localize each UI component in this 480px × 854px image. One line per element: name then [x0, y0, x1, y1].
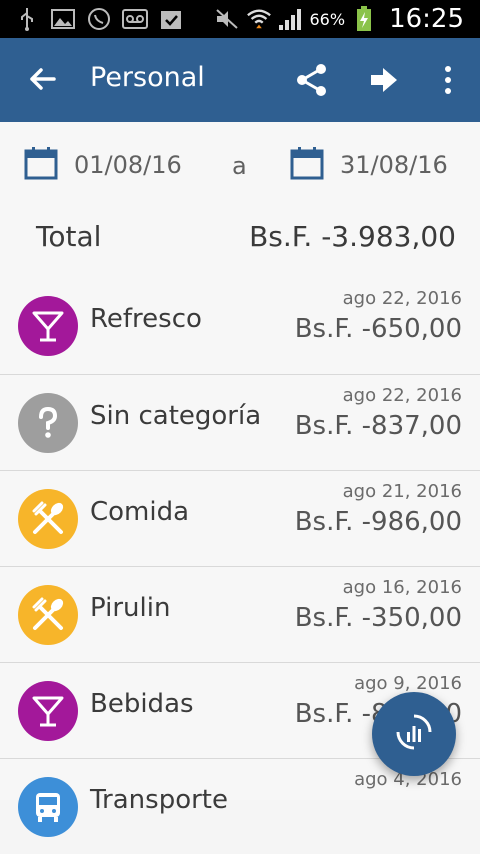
bus-icon: [18, 777, 78, 837]
more-vert-icon[interactable]: [428, 60, 468, 100]
total-value: Bs.F. -3.983,00: [249, 220, 456, 253]
calendar-icon: [24, 146, 58, 184]
category-name: Pirulin: [90, 593, 171, 623]
question-icon: [18, 393, 78, 453]
list-item[interactable]: Sin categoría ago 22, 2016 Bs.F. -837,00: [0, 374, 480, 470]
image-icon: [50, 6, 76, 32]
battery-percent: 66%: [309, 9, 346, 29]
transaction-date: ago 16, 2016: [342, 577, 462, 598]
clock: 16:25: [389, 4, 464, 34]
utensils-icon: [18, 585, 78, 645]
cocktail-icon: [18, 296, 78, 356]
cocktail-icon: [18, 681, 78, 741]
utensils-icon: [18, 489, 78, 549]
transaction-amount: Bs.F. -837,00: [294, 411, 462, 441]
whatsapp-icon: [86, 6, 112, 32]
usb-icon: [14, 6, 40, 32]
mute-icon: [214, 6, 240, 32]
transaction-date: ago 22, 2016: [342, 288, 462, 309]
signal-icon: [278, 6, 304, 32]
list-item[interactable]: Comida ago 21, 2016 Bs.F. -986,00: [0, 470, 480, 566]
transaction-date: ago 22, 2016: [342, 385, 462, 406]
list-item[interactable]: Refresco ago 22, 2016 Bs.F. -650,00: [0, 278, 480, 374]
start-date-picker[interactable]: 01/08/16: [24, 146, 182, 184]
transaction-amount: Bs.F. -350,00: [294, 603, 462, 633]
transaction-date: ago 9, 2016: [354, 673, 462, 694]
category-name: Transporte: [90, 785, 228, 815]
chart-icon: [394, 712, 434, 756]
end-date-picker[interactable]: 31/08/16: [290, 146, 448, 184]
transaction-amount: Bs.F. -650,00: [294, 314, 462, 344]
start-date: 01/08/16: [74, 151, 182, 179]
end-date: 31/08/16: [340, 151, 448, 179]
forward-arrow-icon[interactable]: [364, 60, 404, 100]
category-name: Comida: [90, 497, 190, 527]
page-title: Personal: [90, 62, 205, 93]
category-name: Sin categoría: [90, 401, 262, 431]
total-label: Total: [36, 220, 102, 253]
voicemail-icon: [122, 6, 148, 32]
wifi-icon: [246, 6, 272, 32]
date-range: 01/08/16 a 31/08/16: [0, 122, 480, 208]
transaction-date: ago 21, 2016: [342, 481, 462, 502]
calendar-icon: [290, 146, 324, 184]
category-name: Bebidas: [90, 689, 194, 719]
status-bar: 66% 16:25: [0, 0, 480, 38]
battery-icon: [351, 6, 377, 32]
stats-fab-button[interactable]: [372, 692, 456, 776]
clipboard-icon: [158, 6, 184, 32]
transaction-amount: Bs.F. -986,00: [294, 507, 462, 537]
app-bar: Personal: [0, 38, 480, 122]
category-name: Refresco: [90, 304, 202, 334]
back-arrow-icon[interactable]: [26, 62, 60, 96]
list-item[interactable]: Pirulin ago 16, 2016 Bs.F. -350,00: [0, 566, 480, 662]
date-separator: a: [232, 152, 247, 180]
total-row: Total Bs.F. -3.983,00: [0, 208, 480, 278]
share-icon[interactable]: [292, 60, 332, 100]
